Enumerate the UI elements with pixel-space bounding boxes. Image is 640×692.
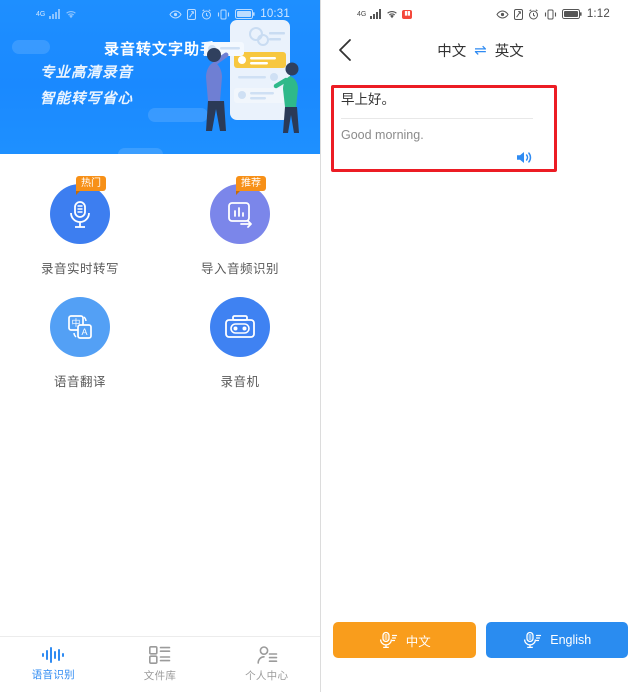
wifi-icon xyxy=(65,9,77,19)
back-arrow-icon[interactable] xyxy=(335,37,357,63)
decor-blob xyxy=(12,40,50,54)
banner-slogan: 专业高清录音 智能转写省心 xyxy=(40,60,133,112)
tab-label: 语音识别 xyxy=(31,669,75,681)
translate-icon[interactable]: 中 A xyxy=(50,297,110,357)
language-pair-selector[interactable]: 中文 ⇌ 英文 xyxy=(437,40,524,61)
decor-blob xyxy=(118,148,163,154)
red-badge-icon: ▮▮ xyxy=(402,9,413,19)
tab-file-library[interactable]: 文件库 xyxy=(107,646,214,683)
microphone-lines-icon[interactable]: 热门 xyxy=(50,176,110,244)
wifi-icon xyxy=(386,9,398,19)
tab-label: 文件库 xyxy=(143,670,177,682)
bottom-tab-bar: 语音识别 文件库 个人中心 xyxy=(0,636,320,692)
button-label: English xyxy=(550,633,592,647)
network-type-label: 4G xyxy=(36,10,46,18)
feature-label: 录音机 xyxy=(220,375,260,389)
translate-navbar: 中文 ⇌ 英文 xyxy=(321,28,640,72)
signal-icon xyxy=(49,9,61,19)
feature-label: 导入音频识别 xyxy=(200,262,279,276)
feature-badge-recommend: 推荐 xyxy=(236,176,266,195)
cassette-recorder-icon[interactable] xyxy=(210,297,270,357)
banner-illustration-icon xyxy=(164,16,314,146)
app-banner: 4G 10:31 录音转文字助手 专业高清录音 智能转写省心 xyxy=(0,0,320,154)
vibrate-icon xyxy=(544,9,557,20)
waveform-icon xyxy=(41,647,65,663)
battery-icon xyxy=(561,9,582,19)
network-type-label: 4G xyxy=(357,10,367,18)
record-english-button[interactable]: English xyxy=(485,622,628,658)
mic-text-icon xyxy=(378,631,398,649)
status-bar-time: 1:12 xyxy=(586,8,610,20)
tab-voice-recognition[interactable]: 语音识别 xyxy=(0,647,107,682)
feature-row-1: 热门 录音实时转写 推荐 导入音频识别 xyxy=(0,170,320,283)
svg-text:A: A xyxy=(81,327,87,337)
mic-button-bar: 中文 English xyxy=(321,612,640,668)
alarm-icon xyxy=(528,8,539,20)
grid-list-icon xyxy=(149,646,171,664)
status-bar-left-icons: 4G ▮▮ xyxy=(357,9,413,19)
person-icon xyxy=(256,646,278,664)
swap-languages-icon[interactable]: ⇌ xyxy=(474,41,487,59)
feature-realtime-transcribe[interactable]: 热门 录音实时转写 xyxy=(0,170,160,283)
feature-grid: 热门 录音实时转写 推荐 导入音频识别 中 A 语音翻译 录音机 xyxy=(0,154,320,396)
status-bar-right: 4G ▮▮ 1:12 xyxy=(321,0,640,28)
feature-row-2: 中 A 语音翻译 录音机 xyxy=(0,283,320,396)
target-language-label: 英文 xyxy=(494,43,524,60)
tab-profile[interactable]: 个人中心 xyxy=(213,646,320,683)
signal-icon xyxy=(370,9,382,19)
feature-badge-hot: 热门 xyxy=(76,176,106,195)
eye-icon xyxy=(496,9,509,19)
source-language-label: 中文 xyxy=(437,43,467,60)
button-label: 中文 xyxy=(405,634,431,649)
slogan-line-2: 智能转写省心 xyxy=(40,91,133,107)
annotation-box-red xyxy=(331,85,557,172)
status-bar-right-icons: 1:12 xyxy=(496,8,610,20)
import-audio-icon[interactable]: 推荐 xyxy=(210,176,270,244)
feature-label: 语音翻译 xyxy=(53,375,106,389)
tab-label: 个人中心 xyxy=(245,670,289,682)
feature-voice-translate[interactable]: 中 A 语音翻译 xyxy=(0,283,160,396)
feature-recorder[interactable]: 录音机 xyxy=(160,283,320,396)
feature-label: 录音实时转写 xyxy=(40,262,119,276)
slogan-line-1: 专业高清录音 xyxy=(40,65,133,81)
feature-import-audio[interactable]: 推荐 导入音频识别 xyxy=(160,170,320,283)
mic-text-icon xyxy=(522,631,542,649)
nfc-icon xyxy=(513,8,523,20)
left-phone-screen: 4G 10:31 录音转文字助手 专业高清录音 智能转写省心 热门 录音实时转写… xyxy=(0,0,320,692)
status-bar-left-icons: 4G xyxy=(36,9,77,19)
record-chinese-button[interactable]: 中文 xyxy=(333,622,476,658)
